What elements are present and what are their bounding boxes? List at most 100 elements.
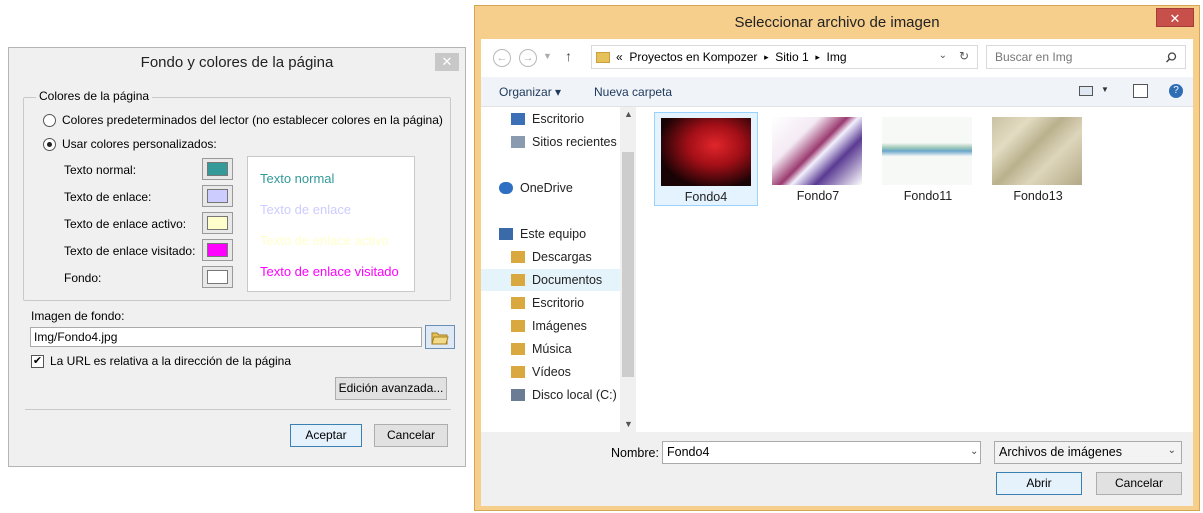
file-tile-fondo4[interactable]: Fondo4 <box>654 112 758 206</box>
up-arrow-icon[interactable]: ↑ <box>565 48 572 64</box>
nav-item-local-disk[interactable]: Disco local (C:) <box>511 388 617 402</box>
forward-arrow-icon: → <box>522 52 534 64</box>
scroll-down-icon[interactable]: ▼ <box>624 419 633 429</box>
advanced-edit-button[interactable]: Edición avanzada... <box>335 377 447 400</box>
nav-item-label: Este equipo <box>520 227 587 241</box>
view-dropdown-icon[interactable]: ▼ <box>1101 85 1109 94</box>
file-dialog-close-button[interactable]: ✕ <box>1156 8 1194 27</box>
file-dialog-cancel-button[interactable]: Cancelar <box>1096 472 1182 495</box>
address-dropdown-icon[interactable]: ⌄ <box>939 50 947 61</box>
history-dropdown-icon[interactable]: ▼ <box>543 51 552 61</box>
file-tile-fondo11[interactable]: Fondo11 <box>876 112 980 206</box>
address-bar[interactable]: « Proyectos en Kompozer ▸ Sitio 1 ▸ Img … <box>591 45 978 69</box>
help-icon[interactable]: ? <box>1169 84 1183 98</box>
navigation-pane: Escritorio Sitios recientes OneDrive Est… <box>481 107 636 432</box>
scrollbar-thumb[interactable] <box>622 152 634 377</box>
new-folder-button[interactable]: Nueva carpeta <box>594 85 672 99</box>
nav-item-label: Imágenes <box>532 319 587 333</box>
computer-icon <box>499 228 513 240</box>
nav-item-label: Descargas <box>532 250 592 264</box>
relative-url-checkbox[interactable]: ✔ La URL es relativa a la dirección de l… <box>31 354 291 368</box>
nav-item-downloads[interactable]: Descargas <box>511 250 592 264</box>
file-name: Fondo13 <box>1013 189 1063 203</box>
preview-normal-text: Texto normal <box>260 171 335 186</box>
cancel-button[interactable]: Cancelar <box>374 424 448 447</box>
close-button[interactable]: ✕ <box>435 53 459 71</box>
browse-button[interactable] <box>425 325 455 349</box>
visited-link-label: Texto de enlace visitado: <box>64 244 196 258</box>
file-type-select[interactable]: Archivos de imágenes ⌄ <box>994 441 1182 464</box>
file-name-dropdown-icon[interactable]: ⌄ <box>970 446 978 457</box>
scroll-up-icon[interactable]: ▲ <box>624 109 633 119</box>
breadcrumb-separator-icon[interactable]: ▸ <box>764 52 769 63</box>
file-name-label: Nombre: <box>611 446 659 460</box>
color-swatch <box>207 162 228 176</box>
nav-item-videos[interactable]: Vídeos <box>511 365 571 379</box>
nav-item-pictures[interactable]: Imágenes <box>511 319 587 333</box>
videos-folder-icon <box>511 366 525 378</box>
preview-link-text: Texto de enlace <box>260 202 352 217</box>
breadcrumb-img[interactable]: Img <box>827 50 847 64</box>
nav-item-desktop[interactable]: Escritorio <box>511 112 584 126</box>
file-name-input[interactable]: Fondo4 <box>662 441 981 464</box>
radio-circle[interactable] <box>43 113 56 127</box>
search-input[interactable]: Buscar en Img <box>986 45 1186 69</box>
nav-item-this-pc[interactable]: Este equipo <box>499 227 586 241</box>
music-folder-icon <box>511 343 525 355</box>
breadcrumb-projects[interactable]: Proyectos en Kompozer <box>629 50 757 64</box>
nav-item-label: Vídeos <box>532 365 571 379</box>
visited-link-color-button[interactable] <box>202 239 233 261</box>
file-tile-fondo13[interactable]: Fondo13 <box>986 112 1090 206</box>
link-text-color-button[interactable] <box>202 185 233 207</box>
nav-item-onedrive[interactable]: OneDrive <box>499 181 573 195</box>
breadcrumb-separator-icon[interactable]: ▸ <box>815 52 820 63</box>
nav-pane-scrollbar[interactable]: ▲ ▼ <box>620 107 636 432</box>
nav-item-music[interactable]: Música <box>511 342 572 356</box>
open-button[interactable]: Abrir <box>996 472 1082 495</box>
forward-button[interactable]: → <box>519 49 537 67</box>
ok-button[interactable]: Aceptar <box>290 424 362 447</box>
file-list: Fondo4 Fondo7 Fondo11 Fondo13 <box>636 107 1193 432</box>
nav-item-documents[interactable]: Documentos <box>481 269 621 291</box>
nav-item-recent-places[interactable]: Sitios recientes <box>511 135 617 149</box>
background-color-button[interactable] <box>202 266 233 288</box>
breadcrumb-overflow[interactable]: « <box>616 50 623 64</box>
normal-text-label: Texto normal: <box>64 163 137 177</box>
refresh-icon[interactable]: ↻ <box>959 49 969 63</box>
color-preview: Texto normal Texto de enlace Texto de en… <box>247 156 415 292</box>
folder-icon <box>596 51 610 63</box>
file-tile-fondo7[interactable]: Fondo7 <box>766 112 870 206</box>
chevron-down-icon: ⌄ <box>1167 445 1176 456</box>
nav-item-label: Escritorio <box>532 112 585 126</box>
command-bar: Organizar ▾ Nueva carpeta ▼ ? <box>481 77 1193 107</box>
thumbnail-image <box>772 117 862 185</box>
file-name: Fondo7 <box>796 189 840 203</box>
nav-item-desktop-folder[interactable]: Escritorio <box>511 296 584 310</box>
page-colors-dialog: Fondo y colores de la página ✕ Colores d… <box>8 47 466 467</box>
normal-text-color-button[interactable] <box>202 158 233 180</box>
checkbox-checked[interactable]: ✔ <box>31 354 44 368</box>
breadcrumb-site[interactable]: Sitio 1 <box>775 50 808 64</box>
radio-custom-colors[interactable]: Usar colores personalizados: <box>43 137 217 151</box>
cloud-icon <box>499 182 513 194</box>
radio-circle-checked[interactable] <box>43 137 56 151</box>
view-options-icon[interactable] <box>1079 86 1093 96</box>
documents-folder-icon <box>511 274 525 286</box>
preview-pane-icon[interactable] <box>1133 84 1148 98</box>
thumbnail-image <box>992 117 1082 185</box>
back-button[interactable]: ← <box>493 49 511 67</box>
preview-visited-link-text: Texto de enlace visitado <box>260 264 399 279</box>
nav-item-label: Documentos <box>532 273 603 287</box>
file-open-dialog: Seleccionar archivo de imagen ✕ ← → ▼ ↑ … <box>474 5 1200 511</box>
radio-default-colors[interactable]: Colores predeterminados del lector (no e… <box>43 113 443 127</box>
preview-active-link-text: Texto de enlace activo <box>260 233 389 248</box>
radio-custom-label: Usar colores personalizados: <box>62 137 217 151</box>
nav-item-label: Sitios recientes <box>532 135 617 149</box>
color-swatch <box>207 270 228 284</box>
active-link-color-button[interactable] <box>202 212 233 234</box>
bg-image-input[interactable]: Img/Fondo4.jpg <box>30 327 422 347</box>
file-type-value: Archivos de imágenes <box>999 445 1122 459</box>
organize-button[interactable]: Organizar ▾ <box>499 85 561 99</box>
dialog-titlebar: Fondo y colores de la página ✕ <box>9 48 465 78</box>
folder-open-icon <box>431 332 449 345</box>
